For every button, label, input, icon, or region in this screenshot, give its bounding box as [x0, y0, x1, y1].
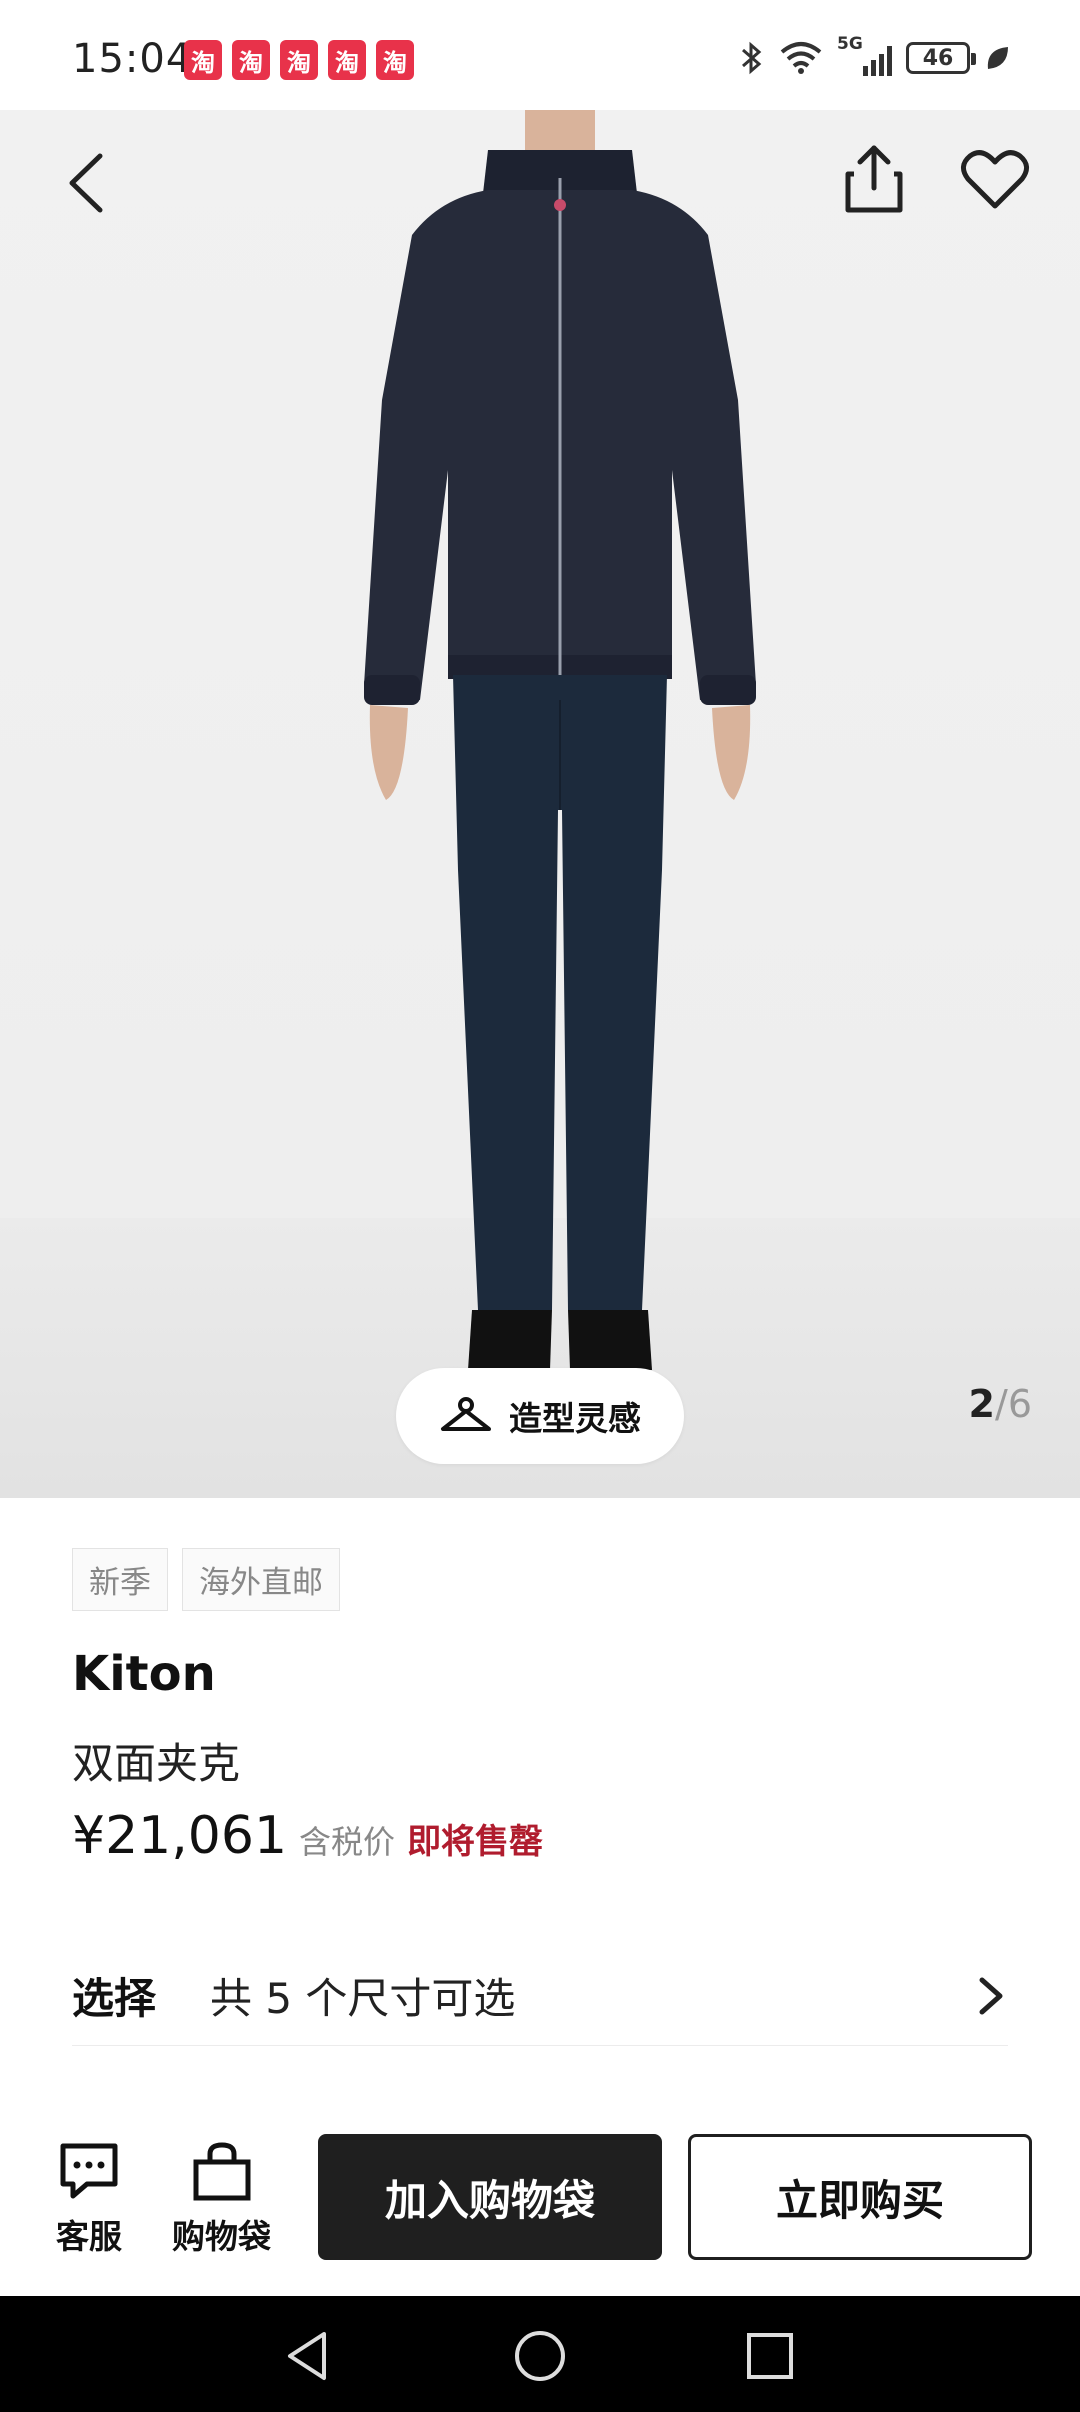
leaf-icon — [987, 47, 1008, 69]
product-image-gallery[interactable]: 造型灵感 2/6 — [0, 110, 1080, 1498]
taobao-app-icon: 淘 — [328, 40, 366, 80]
stock-note: 即将售罄 — [407, 1822, 544, 1862]
product-tags: 新季 海外直邮 — [72, 1548, 340, 1611]
add-to-bag-button[interactable]: 加入购物袋 — [318, 2134, 662, 2260]
nav-home-icon[interactable] — [510, 2326, 570, 2386]
price-row: ¥21,061 含税价 即将售罄 — [72, 1806, 543, 1866]
bag-label: 购物袋 — [172, 2217, 271, 2256]
battery-icon: 46 — [906, 42, 976, 74]
taobao-app-icon: 淘 — [184, 40, 222, 80]
customer-service-button[interactable]: 客服 — [56, 2142, 122, 2258]
select-value: 共 5 个尺寸可选 — [210, 1974, 516, 2023]
heart-icon[interactable] — [960, 148, 1030, 212]
bluetooth-icon — [742, 41, 762, 75]
status-bar: 15:04 淘 淘 淘 淘 淘 5G 46 — [0, 0, 1080, 110]
bottom-action-bar: 客服 购物袋 加入购物袋 立即购买 — [0, 2110, 1080, 2296]
nav-back-icon[interactable] — [278, 2326, 338, 2386]
hanger-icon — [441, 1397, 491, 1431]
select-label: 选择 — [72, 1974, 157, 2023]
system-navigation-bar — [0, 2296, 1080, 2412]
chevron-right-icon — [979, 1977, 1003, 2014]
tag-overseas-direct: 海外直邮 — [182, 1548, 340, 1611]
service-label: 客服 — [56, 2217, 122, 2256]
image-pager: 2/6 — [969, 1382, 1032, 1426]
pager-separator: / — [995, 1382, 1008, 1426]
shopping-bag-icon — [193, 2142, 250, 2201]
product-name: 双面夹克 — [72, 1739, 241, 1788]
size-select-row[interactable]: 选择 共 5 个尺寸可选 — [72, 1946, 1008, 2046]
buy-now-button[interactable]: 立即购买 — [688, 2134, 1032, 2260]
pager-current: 2 — [968, 1382, 995, 1426]
network-label: 5G — [837, 34, 863, 54]
status-time: 15:04 — [72, 36, 193, 82]
shopping-bag-button[interactable]: 购物袋 — [172, 2142, 271, 2258]
share-icon[interactable] — [842, 142, 906, 216]
tag-new-season: 新季 — [72, 1548, 168, 1611]
brand-name[interactable]: Kiton — [72, 1646, 216, 1702]
signal-icon: 5G — [837, 34, 892, 76]
taobao-app-icon: 淘 — [280, 40, 318, 80]
price: ¥21,061 — [72, 1806, 288, 1866]
product-photo — [364, 110, 756, 1370]
chat-icon — [60, 2143, 118, 2199]
tax-note: 含税价 — [299, 1823, 396, 1861]
styling-inspiration-button[interactable]: 造型灵感 — [396, 1368, 684, 1464]
status-right: 5G 46 — [739, 34, 1010, 76]
taobao-app-icon: 淘 — [376, 40, 414, 80]
taobao-app-icon: 淘 — [232, 40, 270, 80]
pager-total: 6 — [1007, 1382, 1032, 1426]
wifi-icon — [780, 42, 822, 74]
notification-icons: 淘 淘 淘 淘 淘 — [184, 40, 414, 80]
back-icon[interactable] — [58, 148, 118, 218]
styling-label: 造型灵感 — [509, 1399, 641, 1438]
nav-recents-icon[interactable] — [740, 2326, 800, 2386]
